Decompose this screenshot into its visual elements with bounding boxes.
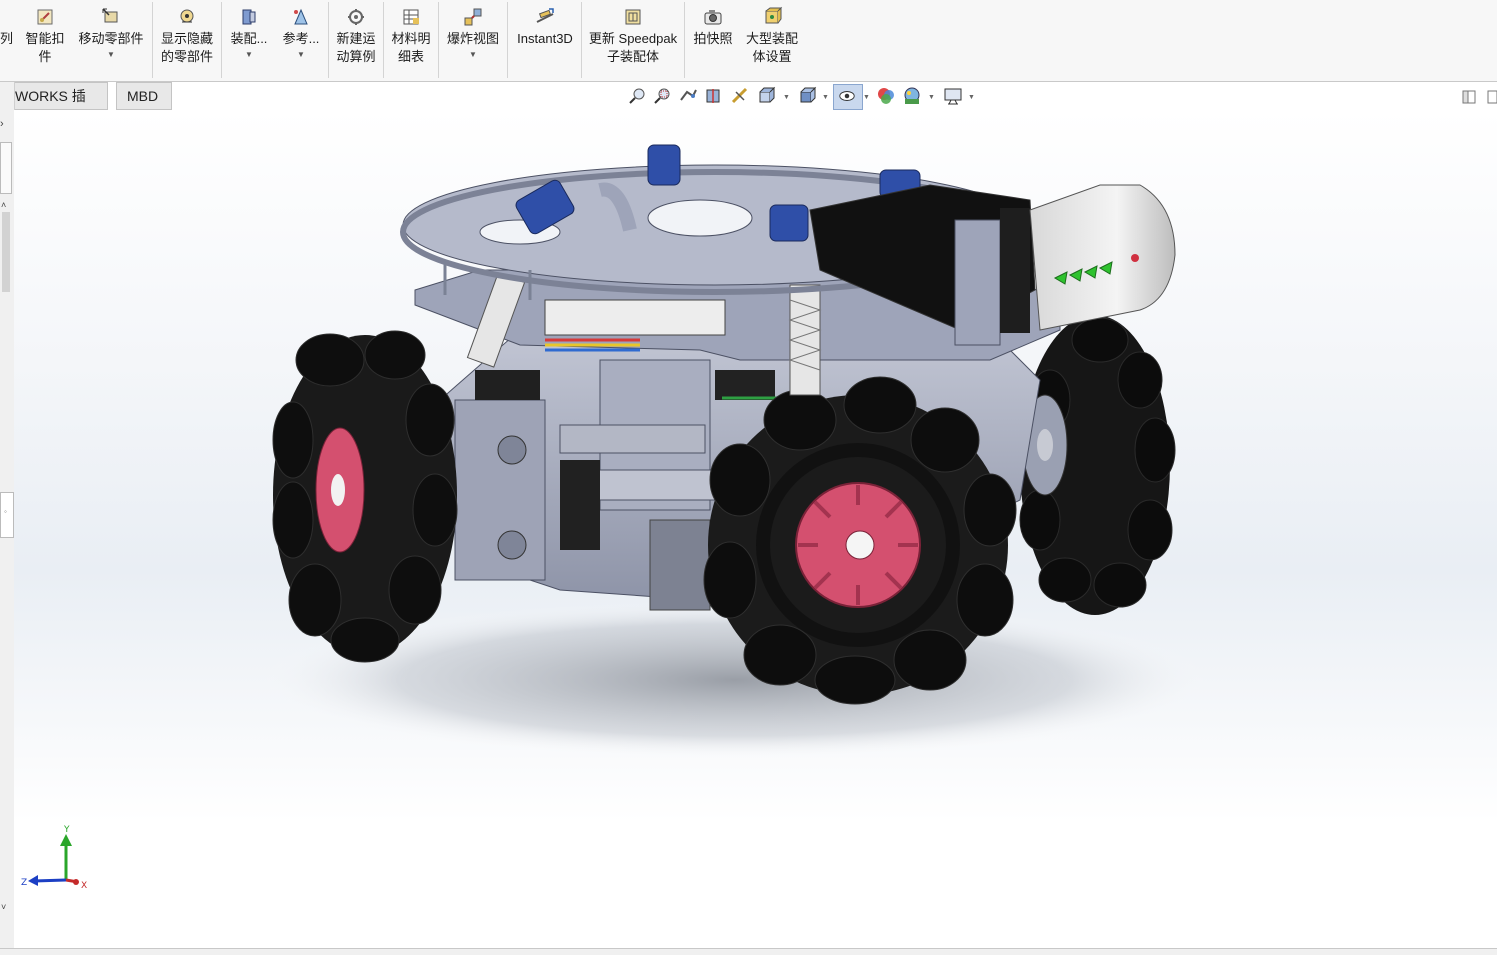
smart-fasteners-button[interactable]: 智能扣 件 — [20, 0, 70, 80]
ribbon-separator — [152, 2, 153, 78]
take-snapshot-button[interactable]: 拍快照 — [688, 0, 738, 80]
smart-fastener-icon — [37, 9, 53, 25]
flyout-tree-handle[interactable] — [0, 142, 12, 194]
exploded-view-button[interactable]: 爆炸视图 ▼ — [442, 0, 504, 80]
chevron-down-icon[interactable]: ▼ — [442, 50, 504, 60]
zoom-to-fit-icon[interactable] — [627, 86, 647, 106]
reference-geometry-button[interactable]: 参考... ▼ — [278, 0, 324, 80]
panel-scrollbar[interactable] — [2, 212, 10, 292]
hide-show-items-toggle[interactable] — [833, 84, 863, 110]
instant3d-button[interactable]: Instant3D — [511, 0, 579, 80]
view-orientation-icon[interactable] — [756, 86, 776, 106]
y-axis-label: Y — [63, 825, 70, 835]
chevron-down-icon[interactable]: ▼ — [822, 94, 829, 101]
coordinate-triad: Y Z X — [21, 825, 87, 891]
assembly-feature-icon — [242, 9, 256, 25]
ribbon-separator — [507, 2, 508, 78]
eye-icon — [839, 91, 855, 101]
ribbon-separator — [328, 2, 329, 78]
reference-geometry-icon — [294, 8, 308, 25]
graphics-area[interactable]: Y Z X — [14, 110, 1497, 948]
x-axis-head — [73, 879, 79, 885]
update-speedpak-button[interactable]: 更新 Speedpak 子装配体 — [585, 0, 681, 80]
front-left-wheel[interactable] — [272, 330, 458, 663]
chevron-down-icon[interactable]: ▼ — [928, 94, 935, 101]
camera-icon — [704, 10, 722, 25]
window-maximize-icon[interactable] — [1487, 90, 1497, 104]
chevron-down-icon[interactable]: ▼ — [226, 50, 272, 60]
large-assembly-icon — [765, 6, 783, 24]
ribbon-separator — [383, 2, 384, 78]
move-component-icon — [102, 8, 118, 23]
chevron-down-icon[interactable]: ˅ — [1, 902, 6, 912]
mecanum-robot-model[interactable] — [14, 110, 1497, 948]
z-axis-head — [28, 875, 38, 886]
tab-solidworks-addins[interactable]: IDWORKS 插件 — [0, 82, 108, 130]
chevron-down-icon[interactable]: ▼ — [278, 50, 324, 60]
chevron-down-icon[interactable]: ▼ — [74, 50, 148, 60]
left-panel-edge: › ˄ ◦ ˅ — [0, 82, 15, 948]
section-view-icon[interactable] — [704, 86, 724, 106]
chevron-down-icon[interactable]: ▼ — [783, 94, 790, 101]
show-hidden-icon — [180, 9, 194, 23]
z-axis-label: Z — [21, 878, 27, 888]
z-axis-arrow — [33, 878, 67, 883]
move-component-button[interactable]: 移动零部件 ▼ — [74, 0, 148, 80]
window-restore-icon[interactable] — [1462, 90, 1476, 104]
ribbon-separator — [684, 2, 685, 78]
chevron-down-icon[interactable]: ▼ — [863, 94, 870, 101]
motion-study-icon — [348, 9, 364, 25]
panel-collapse-handle[interactable]: ◦ — [0, 492, 14, 538]
show-hidden-components-button[interactable]: 显示隐藏 的零部件 — [156, 0, 218, 80]
truncated-icon — [0, 6, 22, 28]
x-axis-label: X — [81, 881, 87, 891]
display-style-icon[interactable] — [797, 86, 817, 106]
view-settings-icon[interactable] — [943, 86, 963, 106]
large-assembly-settings-button[interactable]: 大型装配 体设置 — [740, 0, 804, 80]
ribbon-separator — [581, 2, 582, 78]
speedpak-icon — [625, 9, 641, 25]
assembly-features-button[interactable]: 装配... ▼ — [226, 0, 272, 80]
bom-icon — [403, 9, 419, 25]
edit-appearance-icon[interactable] — [876, 86, 896, 106]
new-motion-study-button[interactable]: 新建运 动算例 — [332, 0, 380, 80]
dynamic-annotation-icon[interactable] — [730, 86, 750, 106]
ribbon-partial-button[interactable]: 列 — [0, 0, 16, 80]
chevron-right-icon[interactable]: › — [0, 118, 4, 130]
previous-view-icon[interactable] — [678, 86, 698, 106]
instant3d-icon — [536, 8, 554, 23]
rear-right-wheel[interactable] — [1019, 315, 1176, 615]
apply-scene-icon[interactable] — [902, 86, 922, 106]
ribbon-separator — [221, 2, 222, 78]
y-axis-head — [60, 834, 72, 846]
chevron-down-icon[interactable]: ▼ — [968, 94, 975, 101]
zoom-to-area-icon[interactable] — [652, 86, 672, 106]
ribbon-separator — [438, 2, 439, 78]
exploded-view-icon — [464, 8, 482, 26]
command-manager-ribbon: 列 智能扣 件 移动零部件 ▼ 显示隐藏 的零部件 装配... ▼ 参考... … — [0, 0, 1497, 82]
bill-of-materials-button[interactable]: 材料明 细表 — [387, 0, 435, 80]
tab-mbd[interactable]: MBD — [116, 82, 172, 110]
chevron-up-icon[interactable]: ˄ — [1, 200, 6, 210]
